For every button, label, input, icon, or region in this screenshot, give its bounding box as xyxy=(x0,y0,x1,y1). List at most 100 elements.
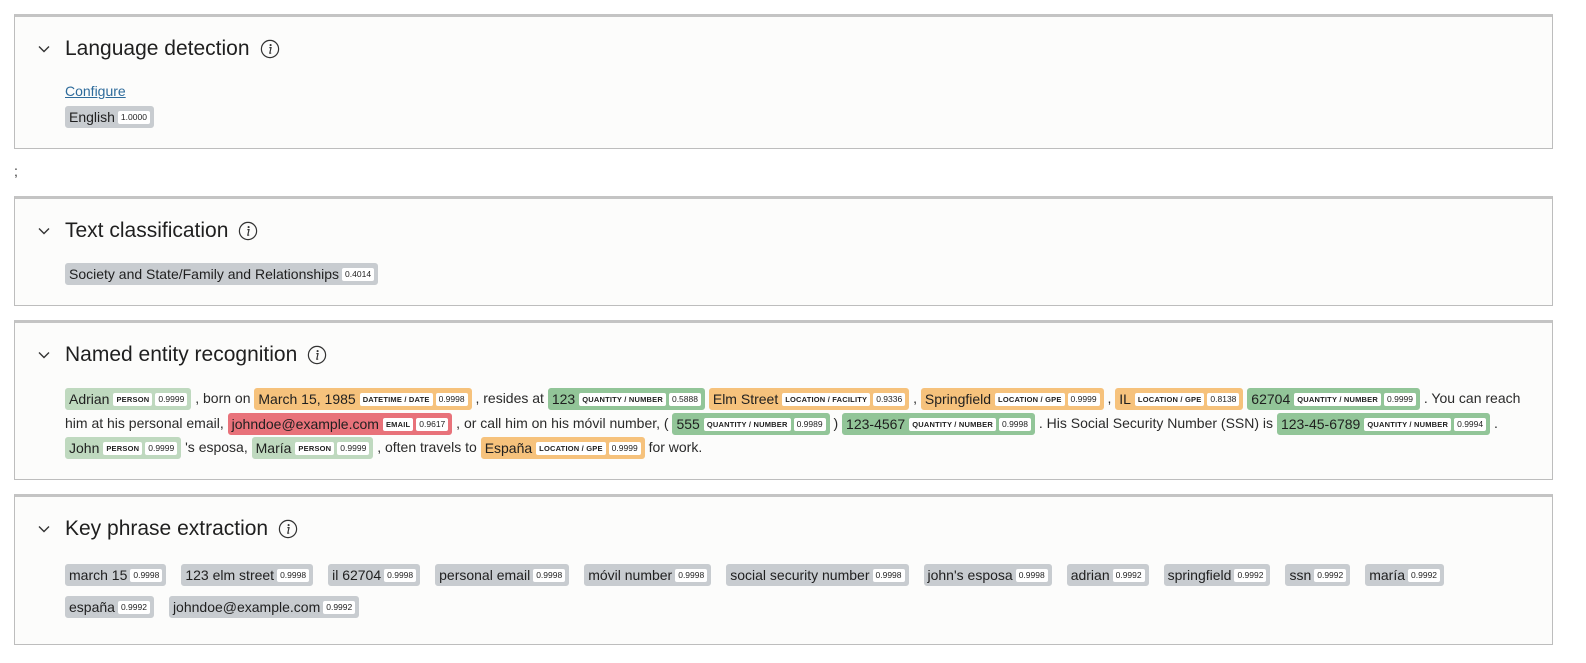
entity-tag: Elm Street LOCATION / FACILITY 0.9336 xyxy=(708,388,910,411)
entity-tag: 123 QUANTITY / NUMBER 0.5888 xyxy=(547,388,705,411)
chevron-down-icon[interactable] xyxy=(37,522,51,536)
panel-header[interactable]: Key phrase extraction xyxy=(37,515,298,543)
key-phrase-tag: johndoe@example.com 0.9992 xyxy=(168,596,360,618)
plain-text: , resides at xyxy=(475,390,544,406)
entity-type-badge: LOCATION / GPE xyxy=(536,442,606,456)
entity-text: Elm Street xyxy=(712,391,779,408)
score-badge: 0.9999 xyxy=(1384,393,1416,407)
score-badge: 0.9998 xyxy=(130,568,163,582)
score-badge: 0.9617 xyxy=(416,417,449,431)
entity-tag: IL LOCATION / GPE 0.8138 xyxy=(1115,388,1244,411)
entity-text: 123 xyxy=(551,391,576,408)
panel-title: Text classification xyxy=(65,219,229,242)
panel-title: Language detection xyxy=(65,37,250,60)
info-icon[interactable] xyxy=(260,39,280,59)
key-phrase-label: springfield xyxy=(1167,567,1232,583)
entity-tag: 123-45-6789 QUANTITY / NUMBER 0.9994 xyxy=(1276,412,1491,435)
panel-header[interactable]: Named entity recognition xyxy=(37,341,327,369)
plain-text: , or call him on his móvil number, ( xyxy=(456,414,669,431)
entity-tag: María PERSON 0.9999 xyxy=(251,437,374,460)
score-badge: 0.9994 xyxy=(1454,417,1487,431)
key-phrase-label: march 15 xyxy=(69,567,128,583)
entity-text: IL xyxy=(1119,391,1131,408)
plain-text: , often travels to xyxy=(377,439,477,455)
score-badge: 0.9989 xyxy=(793,417,826,431)
score-badge: 0.9998 xyxy=(675,568,708,582)
entity-text: 123-45-6789 xyxy=(1280,415,1361,432)
score-badge: 0.9336 xyxy=(873,393,906,407)
score-badge: 0.9992 xyxy=(1314,568,1347,582)
entity-type-badge: PERSON xyxy=(295,442,335,456)
entity-text: Adrian xyxy=(69,391,110,408)
key-phrase-label: johndoe@example.com xyxy=(172,599,321,615)
entity-type-badge: LOCATION / GPE xyxy=(995,393,1065,407)
key-phrase-tag: 123 elm street 0.9998 xyxy=(181,564,314,586)
score-badge: 0.9998 xyxy=(872,568,905,582)
info-icon[interactable] xyxy=(238,221,258,241)
key-phrase-label: maría xyxy=(1369,567,1406,583)
key-phrase-tag: social security number 0.9998 xyxy=(726,564,909,586)
panel-header[interactable]: Language detection xyxy=(37,35,280,63)
tag-label: Society and State/Family and Relationshi… xyxy=(69,266,340,282)
entity-type-badge: DATETIME / DATE xyxy=(359,393,433,407)
entity-type-badge: QUANTITY / NUMBER xyxy=(1294,393,1381,407)
key-phrase-tag: adrian 0.9992 xyxy=(1066,564,1149,586)
entity-type-badge: PERSON xyxy=(103,442,143,456)
key-phrase-label: social security number xyxy=(730,567,870,583)
score-badge: 0.9998 xyxy=(533,568,566,582)
entity-text: María xyxy=(255,440,292,457)
entity-tag: John PERSON 0.9999 xyxy=(65,437,182,460)
plain-text: , born on xyxy=(195,390,251,406)
separator-text: ; xyxy=(14,163,18,179)
key-phrase-tag: personal email 0.9998 xyxy=(435,564,570,586)
entity-tag: Adrian PERSON 0.9999 xyxy=(65,388,192,411)
entity-tag: España LOCATION / GPE 0.9999 xyxy=(480,437,645,460)
entity-tag: Springfield LOCATION / GPE 0.9999 xyxy=(920,388,1104,411)
key-phrase-tag: maría 0.9992 xyxy=(1365,564,1445,586)
score-badge: 0.9992 xyxy=(117,600,150,614)
key-phrase-tag: ssn 0.9992 xyxy=(1285,564,1351,586)
score-badge: 0.9998 xyxy=(277,568,310,582)
entity-type-badge: QUANTITY / NUMBER xyxy=(909,417,996,431)
panel-header[interactable]: Text classification xyxy=(37,217,258,245)
entity-text: 62704 xyxy=(1251,391,1291,408)
entity-tag: 555 QUANTITY / NUMBER 0.9989 xyxy=(672,412,830,435)
key-phrase-label: ssn xyxy=(1289,567,1312,583)
entity-type-badge: QUANTITY / NUMBER xyxy=(579,393,666,407)
score-badge: 0.8138 xyxy=(1207,393,1240,407)
key-phrase-tag: springfield 0.9992 xyxy=(1163,564,1271,586)
score-badge: 0.9992 xyxy=(1234,568,1267,582)
info-icon[interactable] xyxy=(307,345,327,365)
score-badge: 0.9999 xyxy=(608,442,641,456)
ner-annotated-text: Adrian PERSON 0.9999 , born on March 15, 1… xyxy=(65,386,1538,460)
tag-label: English xyxy=(69,109,115,125)
configure-link[interactable]: Configure xyxy=(65,83,126,99)
plain-text: , xyxy=(1107,390,1112,406)
chevron-down-icon[interactable] xyxy=(37,224,51,238)
panel-title: Named entity recognition xyxy=(65,343,298,366)
entity-text: johndoe@example.com xyxy=(231,415,379,432)
chevron-down-icon[interactable] xyxy=(37,348,51,362)
entity-text: 123-4567 xyxy=(846,415,906,432)
info-icon[interactable] xyxy=(278,519,298,539)
plain-text: , xyxy=(913,390,917,406)
entity-type-badge: LOCATION / FACILITY xyxy=(782,393,871,407)
key-phrase-list: march 15 0.9998 123 elm street 0.9998 il 627… xyxy=(65,564,1538,628)
classification-result-tag: Society and State/Family and Relationshi… xyxy=(65,263,379,285)
entity-type-badge: LOCATION / GPE xyxy=(1134,393,1205,407)
score-badge: 0.4014 xyxy=(342,267,375,281)
chevron-down-icon[interactable] xyxy=(37,42,51,56)
entity-tag: 62704 QUANTITY / NUMBER 0.9999 xyxy=(1247,388,1420,411)
entity-text: Springfield xyxy=(924,391,992,408)
plain-text: . xyxy=(1494,414,1498,431)
key-phrase-tag: móvil number 0.9998 xyxy=(584,564,712,586)
key-phrase-label: españa xyxy=(69,599,115,615)
entity-text: John xyxy=(69,440,100,457)
entity-tag: 123-4567 QUANTITY / NUMBER 0.9998 xyxy=(842,412,1035,435)
key-phrase-label: personal email xyxy=(439,567,531,583)
plain-text: 's esposa, xyxy=(185,439,248,455)
entity-text: España xyxy=(484,440,533,457)
plain-text: for work. xyxy=(648,439,703,455)
entity-type-badge: QUANTITY / NUMBER xyxy=(703,417,791,431)
plain-text: ) xyxy=(833,414,839,431)
